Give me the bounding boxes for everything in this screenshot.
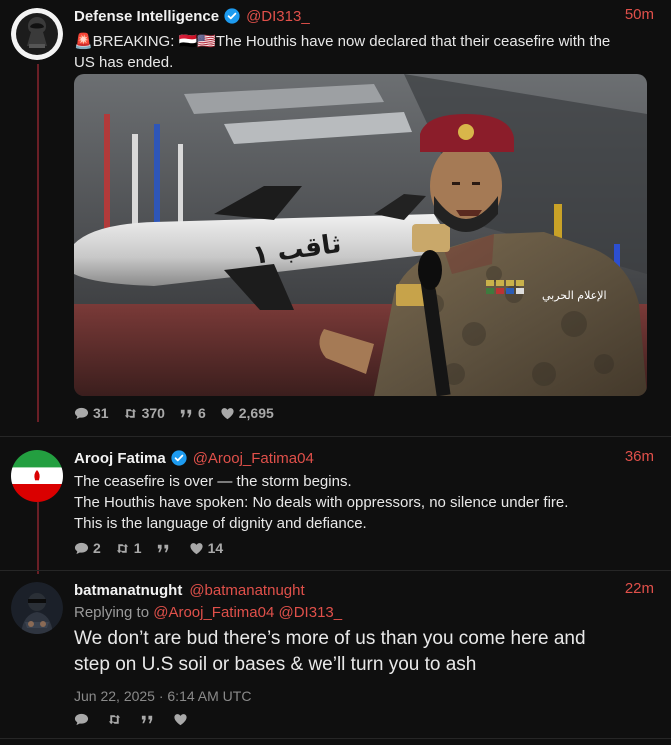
tweet-header: Defense Intelligence @DI313_ 50m [74, 6, 654, 26]
heart-icon [220, 406, 235, 421]
tweet-text: We don’t are bud there’s more of us than… [74, 626, 654, 678]
heart-icon [173, 712, 188, 727]
display-name[interactable]: Defense Intelligence [74, 8, 219, 25]
tweet-stats [74, 712, 206, 727]
tweet-text-line: This is the language of dignity and defi… [74, 515, 367, 532]
retweet-icon [107, 712, 122, 727]
tweet-text-line: The Houthis have spoken: No deals with o… [74, 494, 569, 511]
comment-icon [74, 712, 89, 727]
retweet-button[interactable]: 370 [123, 405, 165, 421]
tweet-media-image[interactable]: ثاقب ١ الإعلام الحربي [74, 74, 647, 396]
tweet-date[interactable]: Jun 22, 2025 · 6:14 AM UTC [74, 688, 654, 704]
avatar[interactable] [11, 450, 63, 502]
retweet-icon [115, 541, 130, 556]
like-button[interactable]: 14 [189, 540, 223, 556]
reply-mentions[interactable]: @Arooj_Fatima04 @DI313_ [153, 604, 342, 621]
tweet-stats: 2 1 14 [74, 540, 237, 556]
tweet-text-line: The ceasefire is over — the storm begins… [74, 473, 352, 490]
replying-to-label: Replying to [74, 604, 150, 621]
comment-button[interactable] [74, 712, 93, 727]
tweet-text: The ceasefire is over — the storm begins… [74, 471, 654, 534]
user-handle[interactable]: @DI313_ [246, 8, 310, 25]
like-button[interactable] [173, 712, 192, 727]
tweet-text-line: We don’t are bud there’s more of us than… [74, 628, 586, 649]
tweet-text-line: US has ended. [74, 54, 174, 71]
tweet-arooj-fatima[interactable]: Arooj Fatima @Arooj_Fatima04 36m The cea… [0, 436, 671, 570]
verified-badge-icon [224, 8, 240, 24]
quote-icon [179, 406, 194, 421]
tweet-time[interactable]: 22m [625, 580, 654, 597]
tweet-time[interactable]: 36m [625, 448, 654, 465]
tweet-text-line: step on U.S soil or bases & we’ll turn y… [74, 654, 477, 675]
display-name[interactable]: batmanatnught [74, 582, 182, 599]
like-button[interactable]: 2,695 [220, 405, 274, 421]
retweet-icon [123, 406, 138, 421]
tweet-header: Arooj Fatima @Arooj_Fatima04 36m [74, 448, 654, 468]
avatar[interactable] [11, 582, 63, 634]
replying-to: Replying to @Arooj_Fatima04 @DI313_ [74, 604, 654, 621]
tweet-header: batmanatnught @batmanatnught 22m [74, 580, 654, 600]
comment-icon [74, 541, 89, 556]
tweet-divider [0, 738, 671, 739]
display-name[interactable]: Arooj Fatima [74, 450, 166, 467]
verified-badge-icon [171, 450, 187, 466]
user-handle[interactable]: @batmanatnught [189, 582, 304, 599]
comment-button[interactable]: 2 [74, 540, 101, 556]
tweet-batmanatnught[interactable]: batmanatnught @batmanatnught 22m Replyin… [0, 570, 671, 738]
heart-icon [189, 541, 204, 556]
retweet-button[interactable] [107, 712, 126, 727]
avatar[interactable] [11, 8, 63, 60]
tweet-time[interactable]: 50m [625, 6, 654, 23]
media-caption: الإعلام الحربي [542, 289, 607, 302]
user-handle[interactable]: @Arooj_Fatima04 [193, 450, 314, 467]
quote-icon [140, 712, 155, 727]
retweet-button[interactable]: 1 [115, 540, 142, 556]
thread: Defense Intelligence @DI313_ 50m 🚨BREAKI… [0, 0, 671, 745]
quote-button[interactable] [140, 712, 159, 727]
quote-button[interactable]: 6 [179, 405, 206, 421]
quote-button[interactable] [156, 541, 175, 556]
tweet-text-line: 🚨BREAKING: 🇾🇪🇺🇸The Houthis have now decl… [74, 33, 611, 50]
tweet-text: 🚨BREAKING: 🇾🇪🇺🇸The Houthis have now decl… [74, 31, 654, 73]
comment-button[interactable]: 31 [74, 405, 109, 421]
comment-icon [74, 406, 89, 421]
tweet-stats: 31 370 6 2,695 [74, 405, 288, 421]
quote-icon [156, 541, 171, 556]
tweet-defense-intelligence[interactable]: Defense Intelligence @DI313_ 50m 🚨BREAKI… [0, 0, 671, 436]
